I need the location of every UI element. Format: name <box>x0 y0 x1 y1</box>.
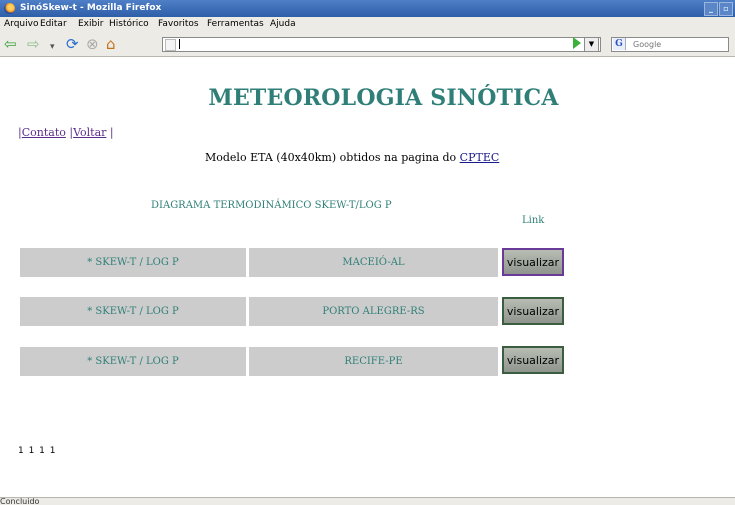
menu-arquivo[interactable]: Arquivo <box>4 17 38 32</box>
menu-ferramentas[interactable]: Ferramentas <box>207 17 264 32</box>
home-icon[interactable]: ⌂ <box>106 36 116 52</box>
menu-historico[interactable]: Histórico <box>109 17 149 32</box>
row-type-cell: * SKEW-T / LOG P <box>20 347 246 376</box>
menu-ajuda[interactable]: Ajuda <box>270 17 296 32</box>
reload-icon[interactable]: ⟳ <box>66 36 79 52</box>
navigation-toolbar: ⇦ ⇨ ▾ ⟳ ⊗ ⌂ ▼ G <box>0 32 735 57</box>
page-content: METEOROLOGIA SINÓTICA |Contato |Voltar |… <box>0 57 735 497</box>
go-arrow-icon[interactable] <box>573 37 581 49</box>
menu-exibir[interactable]: Exibir <box>78 17 103 32</box>
link-column-heading: Link <box>522 215 545 226</box>
row-location-cell: RECIFE-PE <box>249 347 498 376</box>
firefox-icon <box>4 3 15 14</box>
visualizar-button[interactable]: visualizar <box>502 297 564 325</box>
subtitle-text: Modelo ETA (40x40km) obtidos na pagina d… <box>205 151 457 164</box>
text-caret <box>179 39 180 49</box>
search-input[interactable] <box>633 38 723 51</box>
nav-links: |Contato |Voltar | <box>18 126 114 139</box>
minimize-button[interactable]: _ <box>704 2 718 16</box>
row-type-cell: * SKEW-T / LOG P <box>20 248 246 277</box>
address-bar[interactable] <box>162 37 601 52</box>
menu-editar[interactable]: Editar <box>40 17 67 32</box>
row-type-cell: * SKEW-T / LOG P <box>20 297 246 326</box>
diagram-heading: DIAGRAMA TERMODINÁMICO SKEW-T/LOG P <box>151 200 392 211</box>
search-box[interactable]: G <box>611 37 729 52</box>
menu-bar: Arquivo Editar Exibir Histórico Favorito… <box>0 17 735 32</box>
contato-link[interactable]: Contato <box>22 126 66 139</box>
stop-icon[interactable]: ⊗ <box>86 36 99 52</box>
voltar-link[interactable]: Voltar <box>73 126 106 139</box>
google-search-engine-icon[interactable]: G <box>613 38 626 50</box>
forward-arrow-icon[interactable]: ⇨ <box>27 36 40 52</box>
row-location-cell: PORTO ALEGRE-RS <box>249 297 498 326</box>
page-icon <box>165 39 176 51</box>
url-dropdown-icon[interactable]: ▼ <box>584 37 599 52</box>
cptec-link[interactable]: CPTEC <box>460 151 500 164</box>
back-arrow-icon[interactable]: ⇦ <box>4 36 17 52</box>
window-titlebar: SinóSkew-t - Mozilla Firefox _ ▫ <box>0 0 735 17</box>
subtitle: Modelo ETA (40x40km) obtidos na pagina d… <box>205 151 499 164</box>
history-dropdown-icon[interactable]: ▾ <box>50 39 55 55</box>
visualizar-button[interactable]: visualizar <box>502 346 564 374</box>
window-title: SinóSkew-t - Mozilla Firefox <box>20 3 162 13</box>
maximize-button[interactable]: ▫ <box>719 2 733 16</box>
hit-counter: 1 1 1 1 <box>18 446 57 456</box>
row-location-cell: MACEIÓ-AL <box>249 248 498 277</box>
page-title: METEOROLOGIA SINÓTICA <box>208 85 559 111</box>
menu-favoritos[interactable]: Favoritos <box>158 17 199 32</box>
visualizar-button[interactable]: visualizar <box>502 248 564 276</box>
